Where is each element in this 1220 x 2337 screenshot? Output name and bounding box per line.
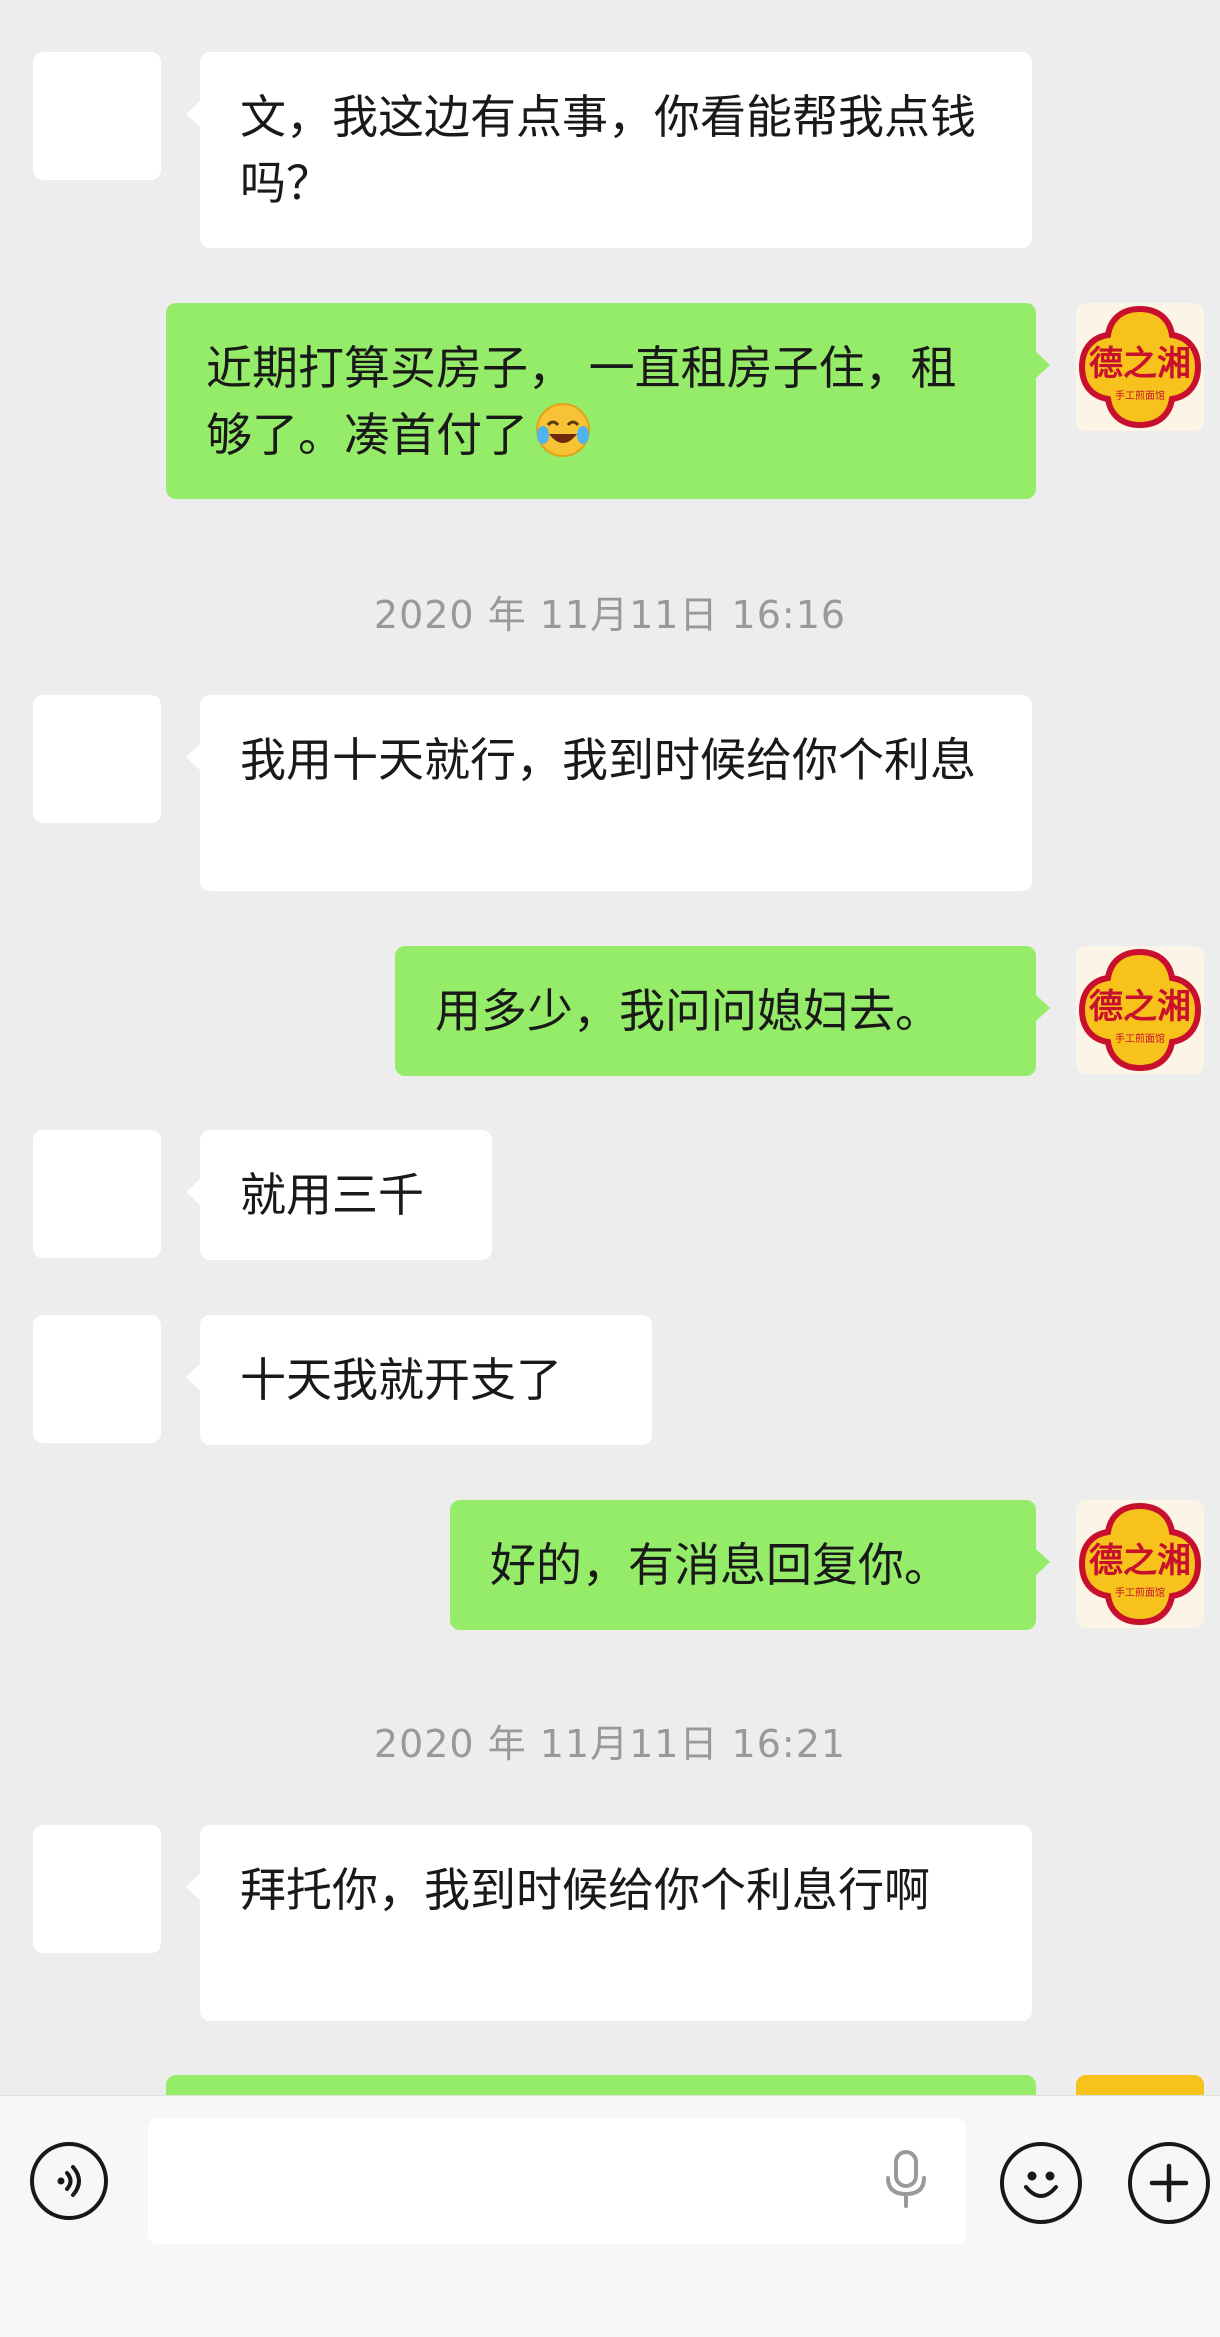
outgoing-message-bubble[interactable] bbox=[166, 2075, 1036, 2095]
contact-avatar[interactable] bbox=[33, 695, 161, 823]
svg-text:手工煎面馆: 手工煎面馆 bbox=[1115, 1032, 1165, 1045]
contact-avatar[interactable] bbox=[33, 52, 161, 180]
my-avatar[interactable]: 德之湘 手工煎面馆 bbox=[1076, 946, 1204, 1074]
my-avatar[interactable] bbox=[1076, 2075, 1204, 2095]
laughing-crying-emoji-icon bbox=[534, 401, 592, 476]
restaurant-logo-icon: 德之湘 手工煎面馆 bbox=[1078, 948, 1202, 1072]
plus-icon bbox=[1149, 2163, 1189, 2203]
svg-text:德之湘: 德之湘 bbox=[1089, 344, 1191, 384]
message-text: 就用三千 bbox=[240, 1168, 424, 1222]
my-avatar[interactable]: 德之湘 手工煎面馆 bbox=[1076, 303, 1204, 431]
outgoing-message-bubble[interactable]: 好的，有消息回复你。 bbox=[450, 1500, 1050, 1630]
message-text: 用多少，我问问媳妇去。 bbox=[435, 984, 941, 1038]
voice-icon bbox=[57, 2165, 81, 2197]
svg-text:德之湘: 德之湘 bbox=[1089, 1541, 1191, 1581]
incoming-message-bubble[interactable]: 文，我这边有点事，你看能帮我点钱吗？ bbox=[186, 52, 1032, 248]
incoming-message-bubble[interactable]: 就用三千 bbox=[186, 1130, 492, 1260]
contact-avatar[interactable] bbox=[33, 1130, 161, 1258]
chat-area[interactable]: 文，我这边有点事，你看能帮我点钱吗？ 近期打算买房子， 一直租房子住，租够了。凑… bbox=[0, 0, 1220, 2095]
svg-text:手工煎面馆: 手工煎面馆 bbox=[1115, 1586, 1165, 1599]
voice-input-button[interactable] bbox=[30, 2142, 108, 2220]
restaurant-logo-icon: 德之湘 手工煎面馆 bbox=[1078, 305, 1202, 429]
outgoing-message-bubble[interactable]: 近期打算买房子， 一直租房子住，租够了。凑首付了 bbox=[166, 303, 1050, 499]
my-avatar[interactable]: 德之湘 手工煎面馆 bbox=[1076, 1500, 1204, 1628]
incoming-message-bubble[interactable]: 拜托你，我到时候给你个利息行啊 bbox=[186, 1825, 1032, 2021]
outgoing-message-bubble[interactable]: 用多少，我问问媳妇去。 bbox=[395, 946, 1050, 1076]
more-options-button[interactable] bbox=[1128, 2142, 1210, 2224]
emoji-button[interactable] bbox=[1000, 2142, 1082, 2224]
message-text: 拜托你，我到时候给你个利息行啊 bbox=[240, 1863, 930, 1917]
message-text: 十天我就开支了 bbox=[240, 1353, 562, 1407]
svg-text:手工煎面馆: 手工煎面馆 bbox=[1115, 389, 1165, 402]
timestamp: 2020 年 11月11日 16:16 bbox=[373, 593, 847, 637]
message-text: 我用十天就行，我到时候给你个利息 bbox=[240, 733, 976, 787]
message-text: 好的，有消息回复你。 bbox=[490, 1538, 950, 1592]
message-text: 文，我这边有点事，你看能帮我点钱吗？ bbox=[240, 90, 976, 210]
input-toolbar bbox=[0, 2095, 1220, 2337]
contact-avatar[interactable] bbox=[33, 1315, 161, 1443]
incoming-message-bubble[interactable]: 我用十天就行，我到时候给你个利息 bbox=[186, 695, 1032, 891]
incoming-message-bubble[interactable]: 十天我就开支了 bbox=[186, 1315, 652, 1445]
timestamp: 2020 年 11月11日 16:21 bbox=[373, 1722, 847, 1766]
svg-text:德之湘: 德之湘 bbox=[1089, 987, 1191, 1027]
microphone-icon[interactable] bbox=[882, 2148, 930, 2214]
message-input[interactable] bbox=[148, 2118, 966, 2244]
smiley-icon bbox=[1024, 2171, 1058, 2198]
restaurant-logo-icon: 德之湘 手工煎面馆 bbox=[1078, 1502, 1202, 1626]
contact-avatar[interactable] bbox=[33, 1825, 161, 1953]
